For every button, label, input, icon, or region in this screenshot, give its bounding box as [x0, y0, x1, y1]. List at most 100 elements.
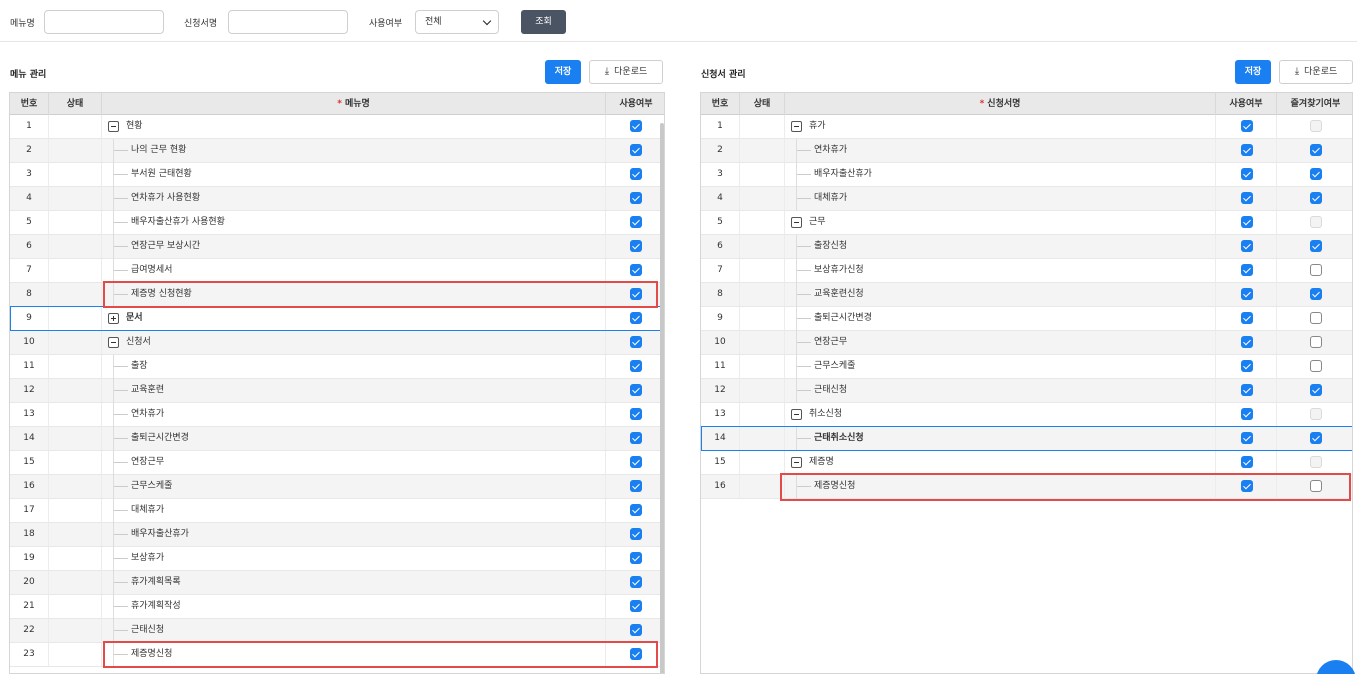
menu-name-input[interactable]	[44, 10, 164, 34]
use-checkbox[interactable]	[630, 360, 642, 372]
use-checkbox[interactable]	[630, 240, 642, 252]
favorite-checkbox[interactable]	[1309, 312, 1322, 324]
tree-node[interactable]: 근태신청	[785, 379, 1216, 403]
tree-node[interactable]: 교육훈련	[102, 379, 606, 403]
table-row[interactable]: 11 출장	[10, 355, 664, 379]
use-checkbox[interactable]	[630, 432, 642, 444]
tree-node[interactable]: 교육훈련신청	[785, 283, 1216, 307]
use-checkbox[interactable]	[1240, 432, 1253, 444]
table-row[interactable]: 7 보상휴가신청	[701, 259, 1352, 283]
col-header-use[interactable]: 사용여부	[1216, 93, 1277, 115]
tree-node[interactable]: 부서원 근태현황	[102, 163, 606, 187]
col-header-form-name[interactable]: * 신청서명	[785, 93, 1216, 115]
use-checkbox[interactable]	[630, 192, 642, 204]
collapse-icon[interactable]	[108, 337, 119, 348]
use-checkbox[interactable]	[1240, 456, 1253, 468]
use-checkbox[interactable]	[630, 624, 642, 636]
use-checkbox[interactable]	[630, 384, 642, 396]
use-checkbox[interactable]	[630, 288, 642, 300]
col-header-favorite[interactable]: 즐겨찾기여부	[1277, 93, 1352, 115]
tree-node[interactable]: 제증명신청	[785, 475, 1216, 499]
table-row[interactable]: 2 나의 근무 현황	[10, 139, 664, 163]
favorite-checkbox[interactable]	[1309, 144, 1322, 156]
table-row[interactable]: 16 제증명신청	[701, 475, 1352, 499]
use-checkbox[interactable]	[1240, 384, 1253, 396]
table-row[interactable]: 14 출퇴근시간변경	[10, 427, 664, 451]
use-checkbox[interactable]	[630, 480, 642, 492]
menu-grid-scrollbar[interactable]	[660, 123, 664, 673]
tree-node[interactable]: 문서	[102, 307, 606, 330]
tree-node[interactable]: 출퇴근시간변경	[102, 427, 606, 451]
table-row[interactable]: 18 배우자출산휴가	[10, 523, 664, 547]
tree-node[interactable]: 보상휴가	[102, 547, 606, 571]
use-checkbox[interactable]	[630, 408, 642, 420]
tree-node[interactable]: 취소신청	[785, 403, 1216, 426]
tree-node[interactable]: 휴가계획작성	[102, 595, 606, 619]
favorite-checkbox[interactable]	[1309, 168, 1322, 180]
table-row[interactable]: 13 취소신청	[701, 403, 1352, 427]
table-row[interactable]: 6 연장근무 보상시간	[10, 235, 664, 259]
use-checkbox[interactable]	[630, 552, 642, 564]
table-row[interactable]: 15 연장근무	[10, 451, 664, 475]
tree-node[interactable]: 신청서	[102, 331, 606, 354]
favorite-checkbox[interactable]	[1309, 264, 1322, 276]
tree-node[interactable]: 연차휴가	[102, 403, 606, 427]
tree-node[interactable]: 배우자출산휴가	[102, 523, 606, 547]
table-row[interactable]: 5 배우자출산휴가 사용현황	[10, 211, 664, 235]
table-row[interactable]: 2 연차휴가	[701, 139, 1352, 163]
tree-node[interactable]: 급여명세서	[102, 259, 606, 283]
tree-node[interactable]: 배우자출산휴가	[785, 163, 1216, 187]
tree-node[interactable]: 휴가	[785, 115, 1216, 138]
table-row[interactable]: 5 근무	[701, 211, 1352, 235]
use-checkbox[interactable]	[1240, 192, 1253, 204]
tree-node[interactable]: 연차휴가	[785, 139, 1216, 163]
tree-node[interactable]: 현황	[102, 115, 606, 138]
tree-node[interactable]: 휴가계획목록	[102, 571, 606, 595]
table-row[interactable]: 6 출장신청	[701, 235, 1352, 259]
table-row[interactable]: 3 부서원 근태현황	[10, 163, 664, 187]
tree-node[interactable]: 대체휴가	[102, 499, 606, 523]
form-save-button[interactable]: 저장	[1235, 60, 1271, 84]
use-checkbox[interactable]	[630, 144, 642, 156]
table-row[interactable]: 9 출퇴근시간변경	[701, 307, 1352, 331]
tree-node[interactable]: 근태신청	[102, 619, 606, 643]
col-header-menu-name[interactable]: * 메뉴명	[102, 93, 606, 115]
favorite-checkbox[interactable]	[1309, 360, 1322, 372]
collapse-icon[interactable]	[791, 121, 802, 132]
col-header-status[interactable]: 상태	[740, 93, 785, 115]
expand-icon[interactable]	[108, 313, 119, 324]
use-checkbox[interactable]	[630, 312, 642, 324]
table-row[interactable]: 1 현황	[10, 115, 664, 139]
tree-node[interactable]: 근무	[785, 211, 1216, 234]
use-checkbox[interactable]	[1240, 312, 1253, 324]
use-checkbox[interactable]	[1240, 288, 1253, 300]
table-row[interactable]: 13 연차휴가	[10, 403, 664, 427]
favorite-checkbox[interactable]	[1309, 384, 1322, 396]
use-checkbox[interactable]	[630, 600, 642, 612]
table-row[interactable]: 1 휴가	[701, 115, 1352, 139]
use-checkbox[interactable]	[630, 576, 642, 588]
table-row[interactable]: 9 문서	[10, 307, 664, 331]
tree-node[interactable]: 배우자출산휴가 사용현황	[102, 211, 606, 235]
tree-node[interactable]: 연차휴가 사용현황	[102, 187, 606, 211]
menu-save-button[interactable]: 저장	[545, 60, 581, 84]
table-row[interactable]: 15 제증명	[701, 451, 1352, 475]
tree-node[interactable]: 제증명 신청현황	[102, 283, 606, 307]
col-header-status[interactable]: 상태	[49, 93, 102, 115]
search-button[interactable]: 조회	[521, 10, 566, 34]
tree-node[interactable]: 출장	[102, 355, 606, 379]
tree-node[interactable]: 대체휴가	[785, 187, 1216, 211]
table-row[interactable]: 3 배우자출산휴가	[701, 163, 1352, 187]
collapse-icon[interactable]	[791, 409, 802, 420]
use-checkbox[interactable]	[1240, 336, 1253, 348]
tree-node[interactable]: 연장근무	[102, 451, 606, 475]
use-checkbox[interactable]	[1240, 120, 1253, 132]
favorite-checkbox[interactable]	[1309, 288, 1322, 300]
table-row[interactable]: 16 근무스케줄	[10, 475, 664, 499]
collapse-icon[interactable]	[791, 217, 802, 228]
use-checkbox[interactable]	[1240, 408, 1253, 420]
tree-node[interactable]: 제증명신청	[102, 643, 606, 667]
table-row[interactable]: 12 교육훈련	[10, 379, 664, 403]
use-checkbox[interactable]	[630, 216, 642, 228]
tree-node[interactable]: 나의 근무 현황	[102, 139, 606, 163]
